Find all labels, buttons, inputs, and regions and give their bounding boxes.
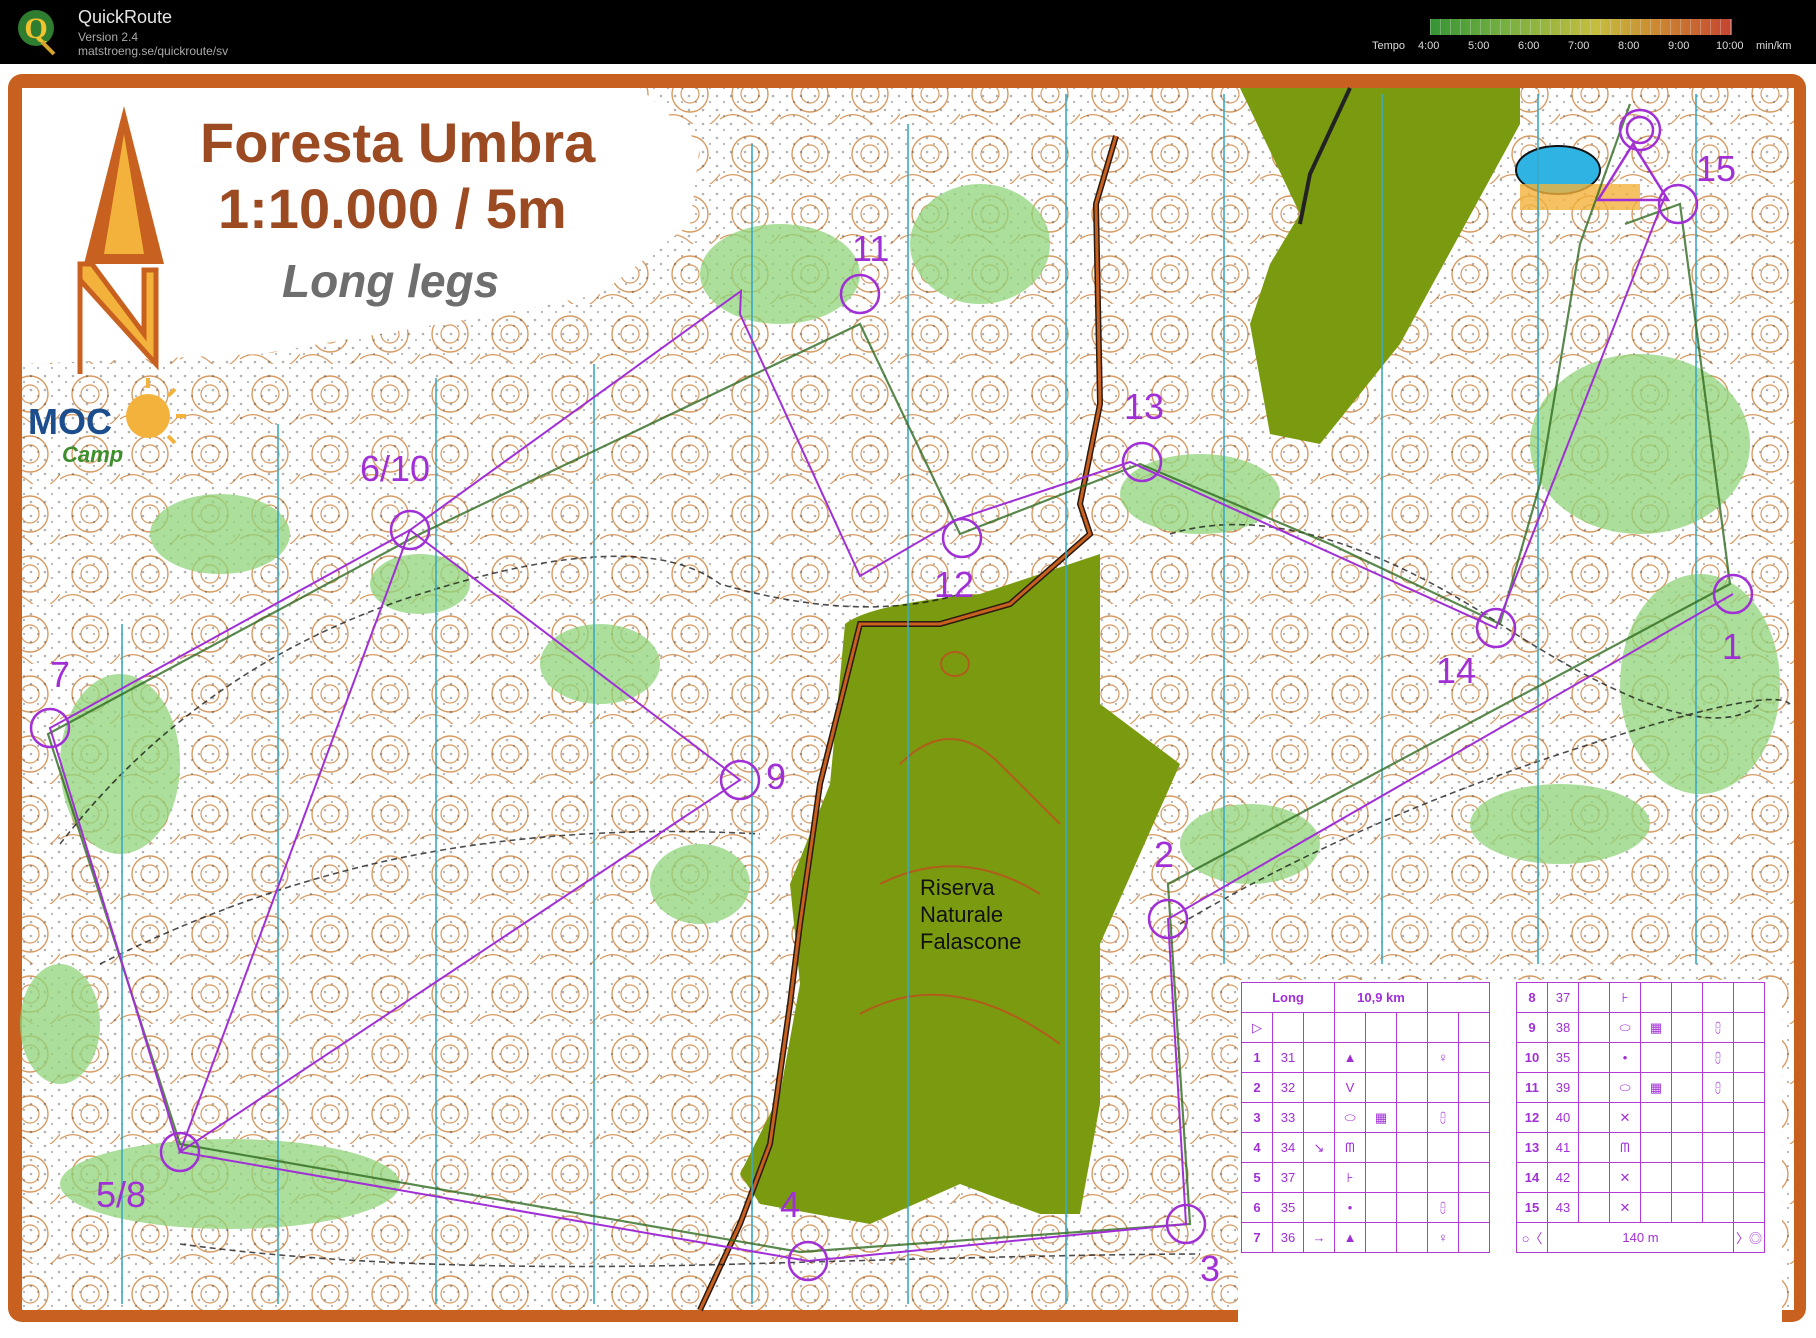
control-number-3: 3: [1200, 1248, 1221, 1289]
control-number-13: 13: [1124, 386, 1165, 427]
control-number-9: 9: [766, 756, 787, 797]
app-name: QuickRoute: [78, 7, 173, 27]
control-number-11: 11: [852, 228, 890, 269]
tempo-tick: 5:00: [1468, 40, 1490, 52]
quickroute-logo-icon: Q: [18, 10, 56, 56]
control-number-7: 7: [50, 654, 71, 695]
orienteering-map[interactable]: MOC Camp Foresta Umbra 1:10.000 / 5m Lon…: [0, 64, 1816, 1333]
app-url: matstroeng.se/quickroute/sv: [78, 44, 229, 58]
tempo-tick: 10:00: [1716, 40, 1744, 52]
map-scale: 1:10.000 / 5m: [218, 177, 567, 240]
tempo-label: Tempo: [1372, 40, 1406, 52]
reentrant-icon: V: [1334, 1072, 1366, 1103]
start-symbol-icon: ▷: [1241, 1012, 1273, 1043]
knoll-icon: •: [1334, 1192, 1366, 1223]
course-length-cell: 10,9 km: [1334, 982, 1428, 1013]
control-number-4: 4: [780, 1184, 801, 1225]
tempo-unit: min/km: [1756, 40, 1792, 52]
finish-start-icon: ○〈: [1516, 1222, 1548, 1253]
control-number-6-10: 6/10: [360, 448, 431, 489]
stony-ground-icon: ▦: [1640, 1072, 1672, 1103]
app-version: Version 2.4: [78, 30, 139, 44]
tempo-tick: 8:00: [1618, 40, 1640, 52]
distinct-icon: ♀: [1427, 1222, 1459, 1253]
control-number-14: 14: [1436, 650, 1477, 691]
foot-icon: ⩉: [1427, 1192, 1459, 1223]
cliff-icon: ⊦: [1609, 982, 1641, 1013]
course-name: Long legs: [282, 255, 500, 307]
direction-icon: ↘: [1303, 1132, 1335, 1163]
svg-text:Q: Q: [24, 12, 47, 45]
stony-ground-icon: ▦: [1640, 1012, 1672, 1043]
control-number-2: 2: [1154, 834, 1175, 875]
depression-icon: ⬭: [1609, 1072, 1641, 1103]
tempo-tick: 7:00: [1568, 40, 1590, 52]
foot-icon: ⩉: [1702, 1042, 1734, 1073]
foot-icon: ⩉: [1702, 1072, 1734, 1103]
control-descriptions: Long 10,9 km ▷ 1 31 ▲ ♀ 2 32 V 3 33 ⬭ ▦ ⩉ 4 34 ↘ ᗰ 5…: [1238, 980, 1782, 1332]
foot-icon: ⩉: [1427, 1102, 1459, 1133]
control-number-1: 1: [1722, 626, 1743, 667]
finish-distance: 140 m: [1547, 1222, 1734, 1253]
tempo-tick: 4:00: [1418, 40, 1440, 52]
reserve-label: Riserva Naturale Falascone: [920, 875, 1022, 954]
tempo-scale: Tempo 4:00 5:00 6:00 7:00 8:00 9:00 10:0…: [1360, 16, 1800, 56]
hill-icon: ▲: [1334, 1222, 1366, 1253]
depression-icon: ⬭: [1334, 1102, 1366, 1133]
special-item-icon: ✕: [1609, 1102, 1641, 1133]
control-number-15: 15: [1696, 148, 1737, 189]
course-title-cell: Long: [1241, 982, 1335, 1013]
svg-text:MOC: MOC: [28, 401, 112, 442]
tempo-tick: 6:00: [1518, 40, 1540, 52]
distinct-icon: ♀: [1427, 1042, 1459, 1073]
finish-end-icon: 〉◎: [1733, 1222, 1765, 1253]
tempo-tick: 9:00: [1668, 40, 1690, 52]
map-title: Foresta Umbra: [200, 111, 596, 174]
cliff-icon: ⊦: [1334, 1162, 1366, 1193]
special-item-icon: ✕: [1609, 1162, 1641, 1193]
foot-icon: ⩉: [1702, 1012, 1734, 1043]
control-number-5-8: 5/8: [96, 1174, 147, 1215]
description-table-right: 8 37 ⊦ 9 38 ⬭ ▦ ⩉ 10 35 • ⩉ 11 39 ⬭ ▦ ⩉ 12 40 ✕ 13 41 ᗰ 1…: [1516, 982, 1765, 1253]
knoll-icon: •: [1609, 1042, 1641, 1073]
control-number-12: 12: [934, 564, 975, 605]
tempo-color-bar: [1430, 19, 1732, 35]
svg-text:Camp: Camp: [62, 442, 123, 467]
earth-bank-icon: ᗰ: [1334, 1132, 1366, 1163]
hill-icon: ▲: [1334, 1042, 1366, 1073]
stony-ground-icon: ▦: [1365, 1102, 1397, 1133]
special-item-icon: ✕: [1609, 1192, 1641, 1223]
app-titlebar: Q QuickRoute Version 2.4 matstroeng.se/q…: [0, 0, 1816, 64]
direction-icon: →: [1303, 1222, 1335, 1253]
description-table-left: Long 10,9 km ▷ 1 31 ▲ ♀ 2 32 V 3 33 ⬭ ▦ ⩉ 4 34 ↘ ᗰ 5…: [1241, 982, 1490, 1253]
earth-bank-icon: ᗰ: [1609, 1132, 1641, 1163]
depression-icon: ⬭: [1609, 1012, 1641, 1043]
